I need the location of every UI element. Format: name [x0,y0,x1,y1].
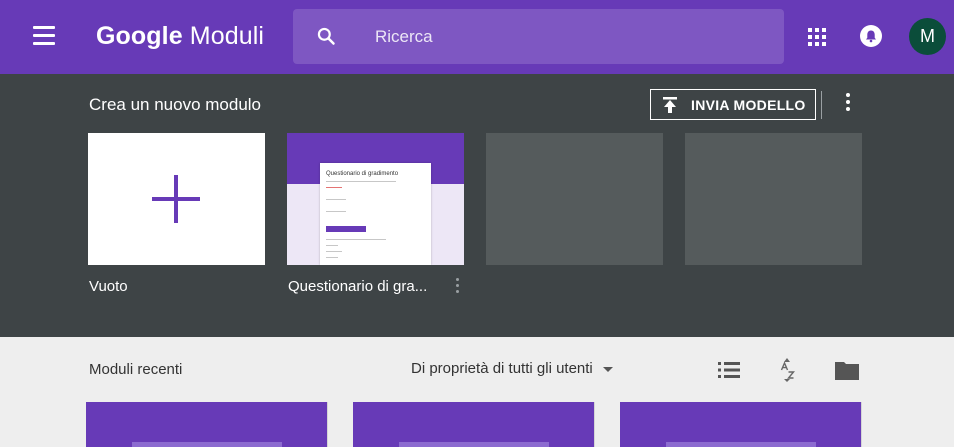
template-placeholder [685,133,862,265]
card-preview [399,442,549,447]
template-preview-chip [326,226,366,232]
template-label-questionnaire: Questionario di gra... [288,278,428,295]
search-input[interactable] [375,26,755,48]
list-view-icon[interactable] [718,362,740,378]
card-preview [132,442,282,447]
upload-icon [663,97,677,113]
sort-az-icon[interactable] [776,358,798,382]
app-bar: Google Moduli M [0,0,954,74]
template-label-blank: Vuoto [89,278,128,295]
plus-icon-vertical [174,175,178,223]
card-preview [666,442,816,447]
recent-forms-title: Moduli recenti [89,361,183,378]
owner-filter-dropdown[interactable]: Di proprietà di tutti gli utenti [411,360,613,377]
bell-icon [866,30,876,43]
search-icon[interactable] [316,26,336,46]
more-options-icon[interactable] [841,93,855,117]
apps-icon[interactable] [808,28,826,46]
template-questionnaire[interactable]: Questionario di gradimento [287,133,464,265]
brand-google: Google [96,22,183,50]
avatar[interactable]: M [909,18,946,55]
recent-form-card[interactable] [620,402,862,447]
menu-icon[interactable] [33,26,55,46]
template-gallery: Crea un nuovo modulo INVIA MODELLO Quest… [0,74,954,337]
owner-filter-label: Di proprietà di tutti gli utenti [411,360,593,377]
template-more-icon[interactable] [454,278,460,298]
template-preview-sheet: Questionario di gradimento [320,163,431,265]
upload-template-label: INVIA MODELLO [691,97,806,113]
recent-form-card[interactable] [86,402,328,447]
template-preview-title: Questionario di gradimento [326,171,399,177]
chevron-down-icon [602,366,613,372]
search-bar[interactable] [293,9,784,64]
brand-moduli: Moduli [189,22,265,50]
app-title: Google Moduli [96,22,264,51]
notifications-icon[interactable] [860,25,882,47]
gallery-title: Crea un nuovo modulo [89,95,262,114]
divider [821,91,822,119]
template-placeholder [486,133,663,265]
folder-icon[interactable] [835,360,859,380]
upload-template-button[interactable]: INVIA MODELLO [650,89,816,120]
template-blank[interactable] [88,133,265,265]
recent-form-card[interactable] [353,402,595,447]
